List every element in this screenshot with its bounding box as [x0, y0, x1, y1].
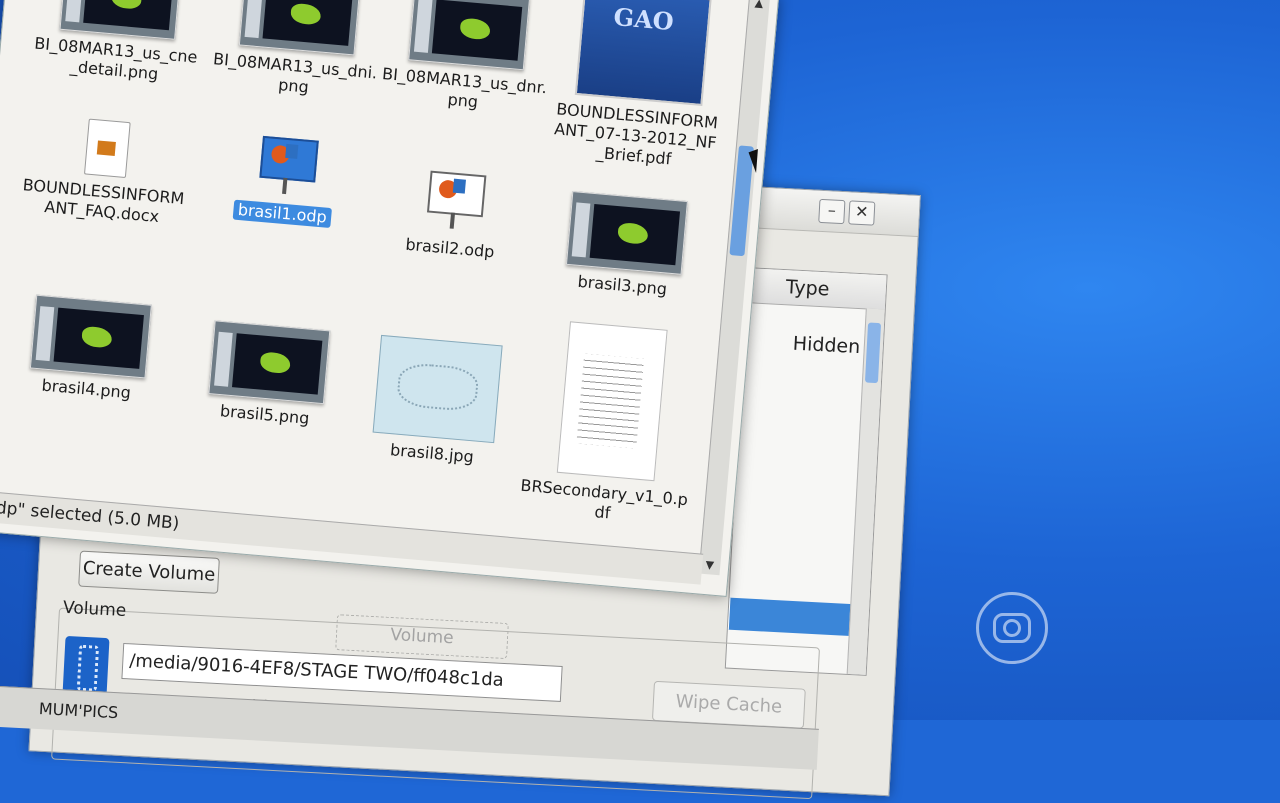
paper-thumbnail — [556, 321, 668, 482]
file-item[interactable]: brasil3.png — [537, 189, 715, 303]
cover-logo: GAO — [612, 2, 675, 37]
type-column-header[interactable]: Type — [744, 268, 887, 311]
selected-row[interactable] — [727, 597, 853, 637]
file-name: brasil1.odp — [233, 199, 332, 229]
broadcaster-logo — [976, 592, 1048, 664]
thumbnail-map — [262, 0, 353, 46]
file-name: BRSecondary_v1_0.pdf — [519, 475, 689, 523]
file-name: brasil5.png — [219, 401, 311, 428]
image-thumbnail — [408, 0, 531, 71]
image-thumbnail — [565, 191, 688, 275]
logo-dot — [1003, 619, 1021, 637]
document-icon — [83, 118, 131, 179]
create-volume-button[interactable]: Create Volume — [78, 550, 220, 594]
image-thumbnail — [238, 0, 361, 56]
file-item[interactable]: BRSecondary_v1_0.pdf — [517, 318, 704, 530]
thumbnail-map — [589, 203, 681, 266]
file-item[interactable]: brasil4.png — [1, 292, 179, 406]
volume-icon — [62, 635, 110, 697]
file-item[interactable]: brasil8.jpg — [346, 333, 526, 471]
scroll-down-icon[interactable]: ▼ — [702, 558, 718, 573]
image-thumbnail — [29, 294, 152, 379]
thumbnail-sidebar — [214, 331, 233, 387]
file-name: brasil3.png — [576, 271, 668, 299]
thumbnail-map — [53, 307, 144, 369]
file-name: BI_08MAR13_us_dnr.png — [381, 64, 548, 112]
file-grid: BI_08MAR13_us_cne_detail.png BI_08MAR13_… — [0, 0, 748, 553]
thumbnail-map — [83, 0, 174, 31]
file-name: BI_08MAR13_us_cne_detail.png — [33, 33, 199, 84]
file-item[interactable]: BOUNDLESSINFORMANT_FAQ.docx — [16, 113, 194, 229]
thumbnail-map — [232, 333, 323, 395]
thumbnail-sidebar — [35, 306, 55, 362]
file-item[interactable]: GAO BOUNDLESSINFORMANT_07-13-2012_NF_Bri… — [548, 0, 733, 174]
file-name: BOUNDLESSINFORMANT_FAQ.docx — [22, 175, 186, 227]
scroll-up-icon[interactable]: ▲ — [751, 0, 767, 11]
file-item[interactable]: brasil5.png — [179, 318, 357, 432]
world-map-thumbnail — [372, 334, 503, 444]
presentation-icon — [256, 134, 319, 201]
type-cell: Hidden — [792, 332, 861, 359]
list-scrollbar[interactable] — [846, 308, 885, 675]
taskbar-item[interactable]: MUM'PICS — [38, 699, 118, 722]
file-item[interactable]: BI_08MAR13_us_dnr.png — [377, 0, 557, 118]
close-button[interactable]: ✕ — [848, 200, 876, 226]
volume-label: Volume — [62, 597, 127, 622]
file-item[interactable]: BI_08MAR13_us_dni.png — [208, 0, 388, 104]
minimize-button[interactable]: – — [818, 198, 846, 225]
scrollbar-thumb[interactable] — [864, 322, 882, 384]
thumbnail-sidebar — [244, 0, 264, 39]
image-thumbnail — [59, 0, 182, 40]
thumbnail-map — [431, 0, 523, 61]
file-browser-window: BI_08MAR13_us_cne_detail.png BI_08MAR13_… — [0, 0, 780, 597]
image-thumbnail — [208, 320, 331, 405]
presentation-icon — [423, 168, 487, 235]
file-name: brasil4.png — [40, 375, 132, 403]
file-name: brasil2.odp — [404, 234, 496, 262]
file-name: BI_08MAR13_us_dni.png — [212, 49, 379, 97]
file-item[interactable]: brasil1.odp — [197, 129, 374, 231]
file-item[interactable]: brasil2.odp — [364, 163, 541, 265]
pdf-thumbnail: GAO — [574, 0, 713, 107]
file-name: BOUNDLESSINFORMANT_07-13-2012_NF_Brief.p… — [553, 99, 719, 169]
thumbnail-sidebar — [571, 202, 591, 258]
file-item[interactable]: BI_08MAR13_us_cne_detail.png — [29, 0, 209, 88]
thumbnail-sidebar — [65, 0, 84, 23]
thumbnail-sidebar — [413, 0, 433, 53]
